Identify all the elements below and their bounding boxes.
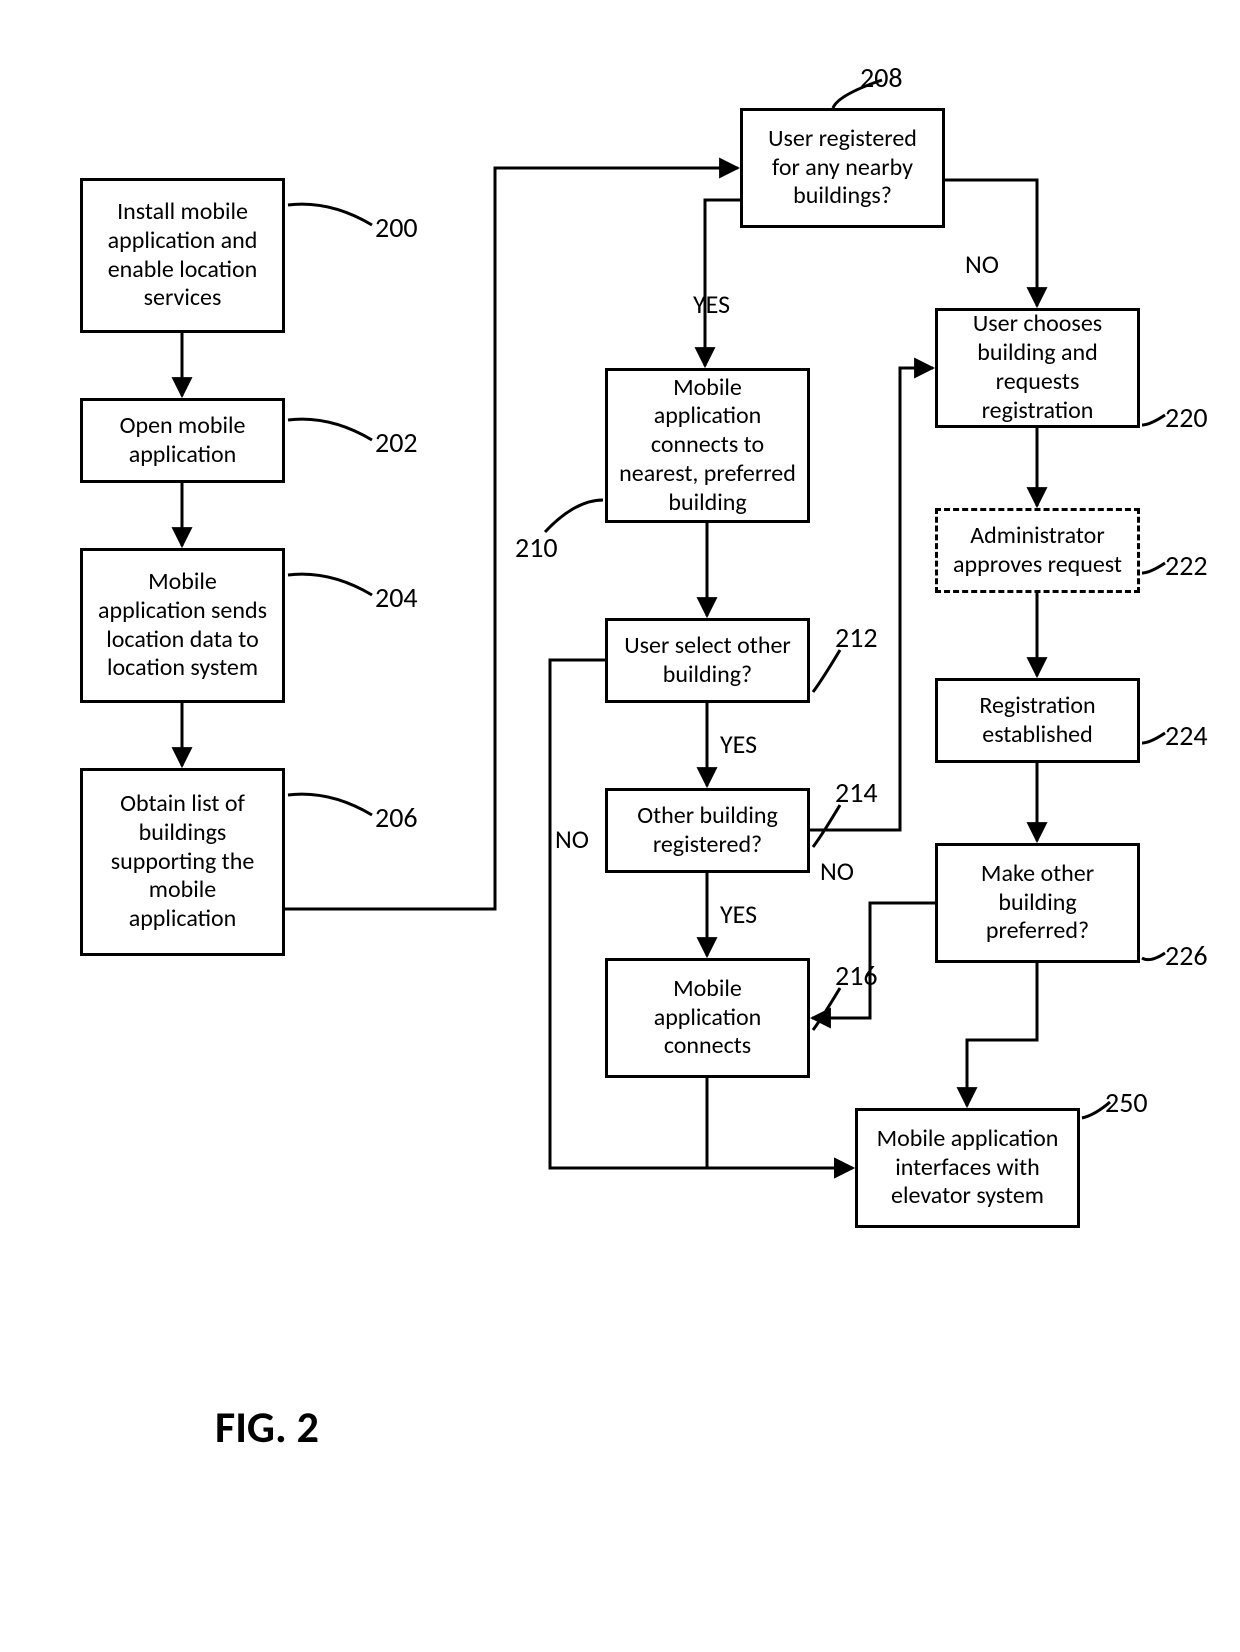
edge-label-no-212: NO bbox=[555, 823, 589, 855]
box-admin-approves: Administrator approves request bbox=[935, 508, 1140, 593]
box-connect-preferred: Mobile application connects to nearest, … bbox=[605, 368, 810, 523]
box-interfaces-elevator: Mobile application interfaces with eleva… bbox=[855, 1108, 1080, 1228]
diagram-canvas: Install mobile application and enable lo… bbox=[0, 0, 1240, 1652]
box-install: Install mobile application and enable lo… bbox=[80, 178, 285, 333]
edge-label-no-208: NO bbox=[965, 248, 999, 280]
edge-label-yes-208: YES bbox=[693, 288, 730, 320]
ref-214: 214 bbox=[835, 775, 878, 810]
ref-226: 226 bbox=[1165, 938, 1208, 973]
ref-250: 250 bbox=[1105, 1085, 1148, 1120]
ref-224: 224 bbox=[1165, 718, 1208, 753]
box-registration-est: Registration established bbox=[935, 678, 1140, 763]
ref-208: 208 bbox=[860, 60, 903, 95]
ref-206: 206 bbox=[375, 800, 418, 835]
edge-label-yes-212: YES bbox=[720, 728, 757, 760]
box-user-registered: User registered for any nearby buildings… bbox=[740, 108, 945, 228]
ref-202: 202 bbox=[375, 425, 418, 460]
edge-label-yes-214: YES bbox=[720, 898, 757, 930]
box-obtain-list: Obtain list of buildings supporting the … bbox=[80, 768, 285, 956]
figure-label: FIG. 2 bbox=[215, 1400, 319, 1454]
box-select-other: User select other building? bbox=[605, 618, 810, 703]
box-other-registered: Other building registered? bbox=[605, 788, 810, 873]
ref-200: 200 bbox=[375, 210, 418, 245]
edge-label-no-214: NO bbox=[820, 855, 854, 887]
ref-222: 222 bbox=[1165, 548, 1208, 583]
ref-212: 212 bbox=[835, 620, 878, 655]
ref-210: 210 bbox=[515, 530, 558, 565]
box-make-preferred: Make other building preferred? bbox=[935, 843, 1140, 963]
ref-204: 204 bbox=[375, 580, 418, 615]
box-sends-location: Mobile application sends location data t… bbox=[80, 548, 285, 703]
ref-220: 220 bbox=[1165, 400, 1208, 435]
box-mobile-connects: Mobile application connects bbox=[605, 958, 810, 1078]
box-choose-building: User chooses building and requests regis… bbox=[935, 308, 1140, 428]
box-open: Open mobile application bbox=[80, 398, 285, 483]
ref-216: 216 bbox=[835, 958, 878, 993]
